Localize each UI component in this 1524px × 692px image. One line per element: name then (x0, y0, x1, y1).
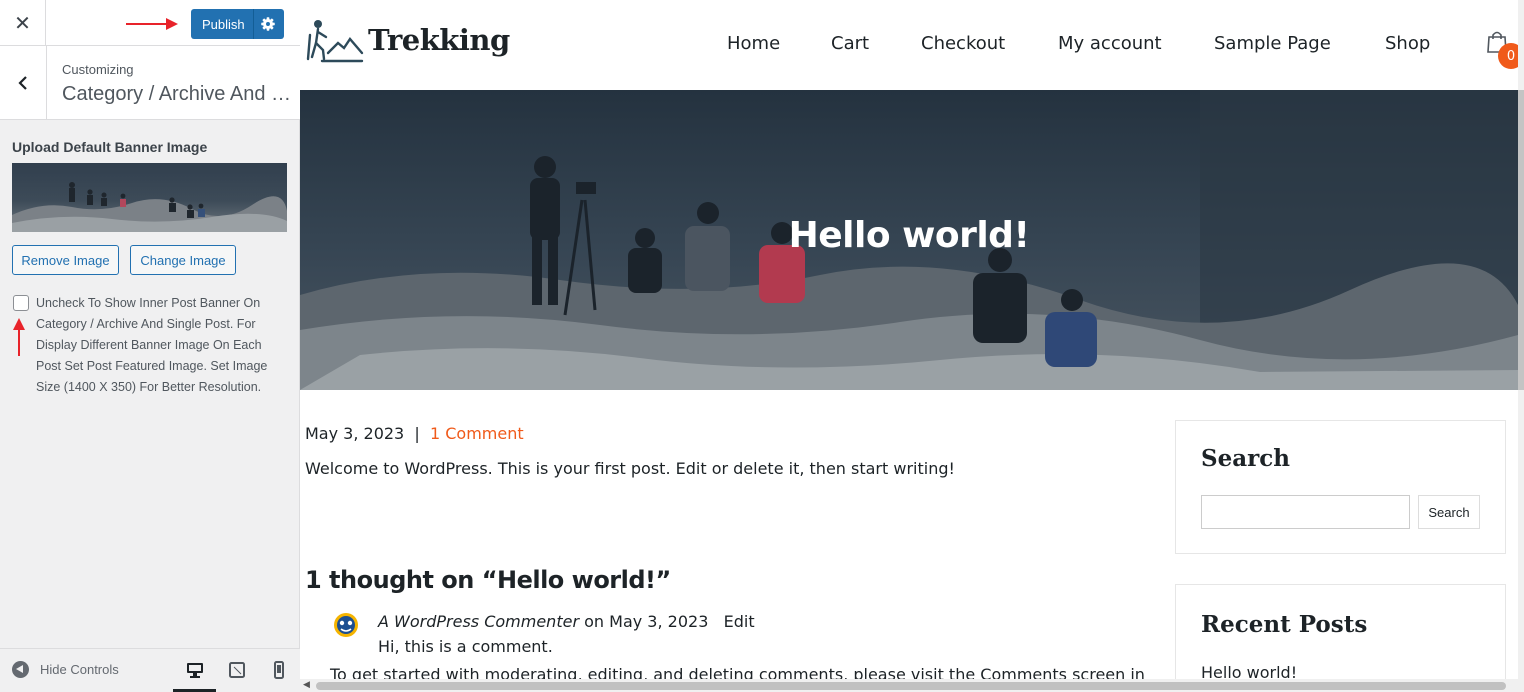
customizer-sidebar: ✕ Publish Customizing Category / Archive… (0, 0, 300, 692)
customizer-footer: Hide Controls (0, 648, 300, 692)
gear-icon[interactable] (259, 15, 277, 33)
comment-count-link[interactable]: 1 Comment (430, 424, 524, 443)
recent-posts-title: Recent Posts (1201, 611, 1368, 638)
comment-header: A WordPress Commenter on May 3, 2023 Edi… (378, 612, 755, 631)
hero-banner: Hello world! (300, 90, 1518, 390)
mobile-device-icon[interactable] (270, 661, 288, 679)
search-widget-title: Search (1201, 445, 1290, 472)
section-header: Customizing Category / Archive And S... (0, 46, 300, 120)
horizontal-scrollbar-thumb[interactable] (316, 682, 1506, 690)
site-title: Trekking (368, 23, 510, 57)
remove-image-button[interactable]: Remove Image (12, 245, 119, 275)
search-widget: Search Search (1175, 420, 1506, 554)
nav-item-cart[interactable]: Cart (831, 33, 869, 54)
hide-controls-button[interactable]: Hide Controls (12, 661, 119, 678)
post-excerpt: Welcome to WordPress. This is your first… (305, 459, 955, 478)
search-input[interactable] (1201, 495, 1410, 529)
tablet-device-icon[interactable] (228, 661, 246, 679)
site-logo[interactable]: Trekking (306, 15, 510, 65)
close-icon: ✕ (14, 11, 31, 35)
arrow-annotation-icon (126, 18, 178, 30)
change-image-button[interactable]: Change Image (130, 245, 236, 275)
recent-posts-widget: Recent Posts Hello world! (1175, 584, 1506, 692)
desktop-device-icon[interactable] (186, 661, 204, 679)
back-button[interactable] (0, 46, 47, 119)
nav-item-my-account[interactable]: My account (1058, 33, 1162, 54)
publish-divider (253, 9, 254, 39)
control-label: Upload Default Banner Image (12, 139, 208, 155)
section-title: Category / Archive And S... (62, 83, 294, 105)
breadcrumb: Customizing (62, 62, 134, 77)
avatar[interactable] (332, 610, 360, 640)
publish-button[interactable]: Publish (191, 9, 284, 39)
nav-item-checkout[interactable]: Checkout (921, 33, 1005, 54)
horizontal-scrollbar[interactable]: ◀ (300, 679, 1518, 692)
comment-date[interactable]: May 3, 2023 (609, 612, 708, 631)
checkbox-description: Uncheck To Show Inner Post Banner On Cat… (36, 296, 268, 394)
scroll-left-icon[interactable]: ◀ (303, 680, 310, 690)
site-preview: Trekking Home Cart Checkout My account S… (300, 0, 1524, 692)
comment-edit-link[interactable]: Edit (724, 612, 755, 631)
nav-item-shop[interactable]: Shop (1385, 33, 1430, 54)
collapse-arrow-icon (12, 661, 29, 678)
comment-body: Hi, this is a comment. (378, 637, 553, 656)
post-date: May 3, 2023 (305, 424, 405, 443)
search-button[interactable]: Search (1418, 495, 1480, 529)
hero-title: Hello world! (788, 215, 1030, 256)
customizer-header: ✕ Publish (0, 0, 300, 46)
post-meta: May 3, 2023 | 1 Comment (305, 424, 524, 443)
inner-banner-checkbox[interactable] (13, 295, 29, 311)
publish-label: Publish (202, 16, 245, 32)
nav-item-sample-page[interactable]: Sample Page (1214, 33, 1331, 54)
banner-image-preview[interactable] (12, 163, 287, 232)
comment-on-label: on (584, 612, 605, 631)
chevron-left-icon (18, 75, 27, 90)
meta-separator: | (414, 424, 420, 443)
hide-controls-label: Hide Controls (40, 662, 119, 677)
comments-title: 1 thought on “Hello world!” (305, 566, 671, 594)
nav-item-home[interactable]: Home (727, 33, 780, 54)
close-customizer-button[interactable]: ✕ (0, 0, 46, 46)
comment-author[interactable]: A WordPress Commenter (378, 612, 579, 631)
arrow-annotation-icon (13, 318, 25, 356)
banner-thumbnail-graphic (12, 182, 287, 232)
vertical-scrollbar-thumb[interactable] (1518, 90, 1524, 390)
hiker-logo-icon (306, 20, 364, 63)
